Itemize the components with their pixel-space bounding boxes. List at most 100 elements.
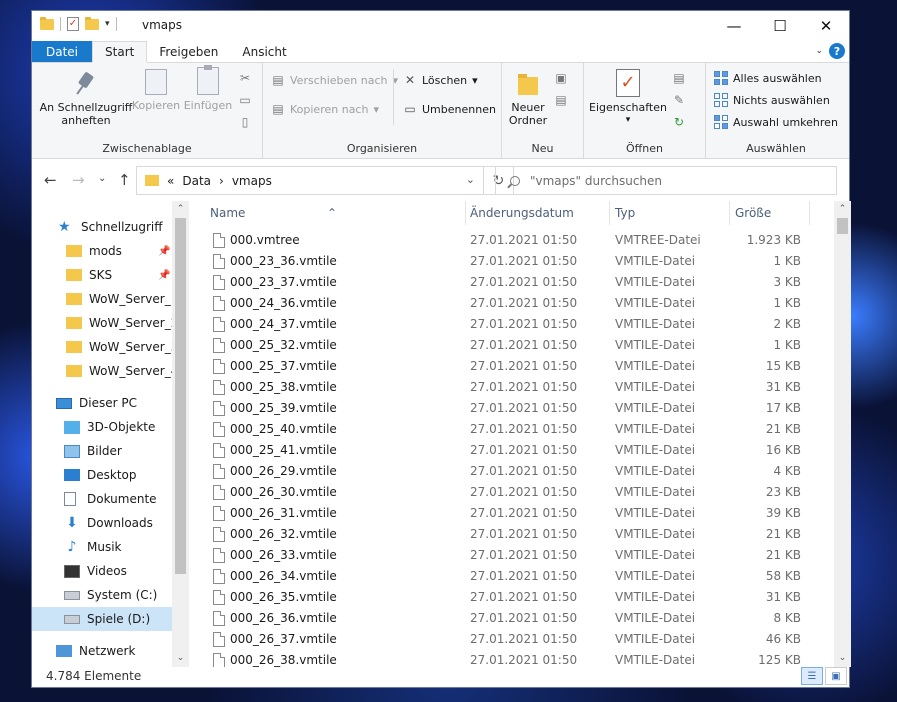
details-view-icon[interactable]: ☰ [801,667,823,685]
sidebar-item-documents[interactable]: Dokumente [32,487,172,511]
delete-button[interactable]: ✕ Löschen ▾ [403,73,478,87]
table-row[interactable]: 000_25_38.vmtile 27.01.2021 01:50 VMTILE-D… [189,377,829,398]
column-divider[interactable] [609,201,610,225]
column-divider[interactable] [729,201,730,225]
tab-home[interactable]: Start [92,41,148,63]
select-all-button[interactable]: Alles auswählen [714,71,822,85]
sidebar-item-spiele-d[interactable]: Spiele (D:) [32,607,172,631]
star-icon: ★ [58,219,71,235]
sidebar-item-wow-server-4-3[interactable]: WoW_Server_4.3 [32,359,172,383]
recent-locations-chevron-icon[interactable]: ⌄ [98,173,106,184]
breadcrumb-vmaps[interactable]: vmaps [232,174,272,188]
table-row[interactable]: 000.vmtree 27.01.2021 01:50 VMTREE-Datei 1.… [189,230,829,251]
table-row[interactable]: 000_26_31.vmtile 27.01.2021 01:50 VMTILE-D… [189,503,829,524]
search-input[interactable]: "vmaps" durchsuchen [495,166,837,195]
table-row[interactable]: 000_26_37.vmtile 27.01.2021 01:50 VMTILE-D… [189,629,829,650]
select-all-label: Alles auswählen [733,71,822,85]
sidebar-item-sks[interactable]: SKS 📌 [32,263,172,287]
nav-this-pc[interactable]: Dieser PC [32,391,172,415]
file-list-scrollbar[interactable]: ⌃ ⌄ [834,201,851,667]
invert-selection-button[interactable]: Auswahl umkehren [714,115,838,129]
table-row[interactable]: 000_26_32.vmtile 27.01.2021 01:50 VMTILE-D… [189,524,829,545]
sidebar-item-pictures[interactable]: Bilder [32,439,172,463]
breadcrumb-overflow[interactable]: « [167,174,174,188]
up-arrow-icon[interactable]: ↑ [118,171,131,189]
table-row[interactable]: 000_23_36.vmtile 27.01.2021 01:50 VMTILE-D… [189,251,829,272]
customize-toolbar-chevron-icon[interactable]: ▾ [105,19,110,29]
tab-view[interactable]: Ansicht [230,41,298,62]
column-divider[interactable] [465,201,466,225]
edit-icon[interactable]: ✎ [672,93,686,107]
table-row[interactable]: 000_24_37.vmtile 27.01.2021 01:50 VMTILE-D… [189,314,829,335]
table-row[interactable]: 000_26_29.vmtile 27.01.2021 01:50 VMTILE-D… [189,461,829,482]
scroll-up-chevron-icon[interactable]: ⌃ [834,201,851,218]
forward-arrow-icon[interactable]: → [72,171,85,189]
table-row[interactable]: 000_26_30.vmtile 27.01.2021 01:50 VMTILE-D… [189,482,829,503]
easy-access-icon[interactable]: ▤ [554,93,568,107]
scroll-up-chevron-icon[interactable]: ⌃ [172,201,189,218]
sidebar-item-wow-server-3-3[interactable]: WoW_Server_3.3 [32,335,172,359]
sidebar-item-3d-objects[interactable]: 3D-Objekte [32,415,172,439]
history-icon[interactable]: ↻ [672,115,686,129]
sidebar-item-mods[interactable]: mods 📌 [32,239,172,263]
table-row[interactable]: 000_26_33.vmtile 27.01.2021 01:50 VMTILE-D… [189,545,829,566]
navigation-scrollbar[interactable]: ⌃ ⌄ [172,201,189,667]
expand-ribbon-chevron-icon[interactable]: ⌄ [815,46,823,56]
address-bar[interactable]: « Data › vmaps ⌄ [136,166,484,195]
table-row[interactable]: 000_25_37.vmtile 27.01.2021 01:50 VMTILE-D… [189,356,829,377]
table-row[interactable]: 000_25_40.vmtile 27.01.2021 01:50 VMTILE-D… [189,419,829,440]
new-item-icon[interactable]: ▣ [554,71,568,85]
scrollbar-thumb[interactable] [837,218,848,234]
column-divider[interactable] [809,201,810,225]
paste-icon [197,65,219,95]
table-row[interactable]: 000_26_36.vmtile 27.01.2021 01:50 VMTILE-D… [189,608,829,629]
sidebar-item-videos[interactable]: Videos [32,559,172,583]
minimize-button[interactable]: — [711,11,757,41]
sidebar-item-system-c[interactable]: System (C:) [32,583,172,607]
scrollbar-thumb[interactable] [175,218,186,574]
sidebar-item-wow-server-2-4[interactable]: WoW_Server_2.4 [32,311,172,335]
help-icon[interactable]: ? [829,43,845,59]
column-header-date[interactable]: Änderungsdatum [470,206,574,220]
rename-button[interactable]: ▭ Umbenennen [403,102,496,116]
column-header-type[interactable]: Typ [615,206,635,220]
sidebar-item-desktop[interactable]: Desktop [32,463,172,487]
table-row[interactable]: 000_24_36.vmtile 27.01.2021 01:50 VMTILE-D… [189,293,829,314]
tab-share[interactable]: Freigeben [147,41,230,62]
table-row[interactable]: 000_26_35.vmtile 27.01.2021 01:50 VMTILE-D… [189,587,829,608]
sidebar-item-wow-server-1-1[interactable]: WoW_Server_1.1 [32,287,172,311]
pin-quick-access-button[interactable]: An Schnellzugriff anheften [36,71,136,127]
table-row[interactable]: 000_25_32.vmtile 27.01.2021 01:50 VMTILE-D… [189,335,829,356]
copy-path-icon[interactable]: ▭ [238,93,252,107]
maximize-button[interactable]: ☐ [757,11,803,41]
paste-shortcut-icon[interactable]: ▯ [238,115,252,129]
sidebar-item-downloads[interactable]: ⬇ Downloads [32,511,172,535]
table-row[interactable]: 000_26_34.vmtile 27.01.2021 01:50 VMTILE-D… [189,566,829,587]
properties-button[interactable]: ✓ Eigenschaften ▾ [588,69,668,127]
large-icons-view-icon[interactable]: ▣ [825,667,847,685]
column-header-size[interactable]: Größe [735,206,771,220]
new-folder-button[interactable]: Neuer Ordner [506,71,550,127]
copy-to-button[interactable]: ▤ Kopieren nach ▾ [271,102,379,116]
column-header-name[interactable]: Name [210,206,245,220]
breadcrumb-separator-icon[interactable]: › [219,174,224,188]
open-icon[interactable]: ▤ [672,71,686,85]
table-row[interactable]: 000_25_41.vmtile 27.01.2021 01:50 VMTILE-D… [189,440,829,461]
move-to-button[interactable]: ▤ Verschieben nach ▾ [271,73,398,87]
new-folder-quick-icon[interactable] [85,16,99,30]
copy-button[interactable]: Kopieren [130,69,182,112]
breadcrumb-data[interactable]: Data [182,174,211,188]
cut-icon[interactable]: ✂ [238,71,252,85]
sidebar-item-music[interactable]: ♪ Musik [32,535,172,559]
select-none-button[interactable]: Nichts auswählen [714,93,830,107]
back-arrow-icon[interactable]: ← [44,171,57,189]
nav-network[interactable]: Netzwerk [32,639,172,663]
properties-quick-icon[interactable]: ✓ [67,17,79,31]
table-row[interactable]: 000_23_37.vmtile 27.01.2021 01:50 VMTILE-D… [189,272,829,293]
table-row[interactable]: 000_25_39.vmtile 27.01.2021 01:50 VMTILE-D… [189,398,829,419]
paste-button[interactable]: Einfügen [182,65,234,112]
address-history-chevron-icon[interactable]: ⌄ [466,173,475,186]
nav-quick-access[interactable]: ★ Schnellzugriff [32,215,172,239]
tab-file[interactable]: Datei [32,41,93,62]
close-button[interactable]: ✕ [803,11,849,41]
